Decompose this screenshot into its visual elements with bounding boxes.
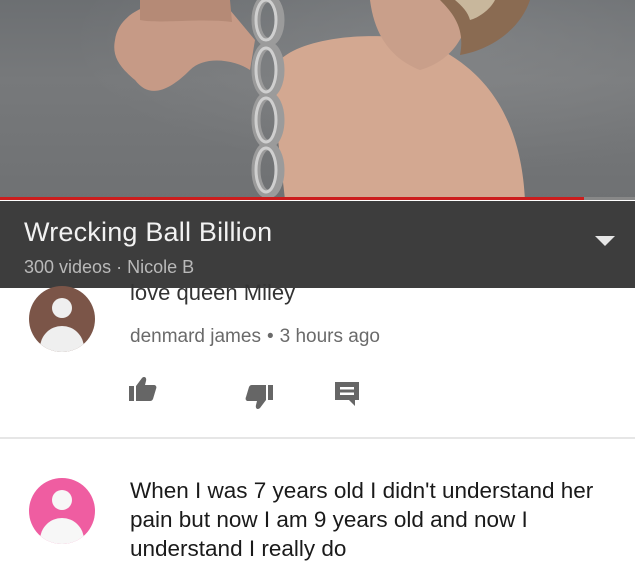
comment-actions bbox=[0, 370, 635, 410]
avatar[interactable] bbox=[29, 478, 95, 544]
playlist-video-count: 300 videos bbox=[24, 257, 112, 277]
avatar-head bbox=[52, 490, 72, 510]
playlist-panel[interactable]: Wrecking Ball Billion 300 videos · Nicole … bbox=[0, 201, 635, 288]
playlist-meta: 300 videos · Nicole B bbox=[24, 257, 194, 278]
meta-separator: · bbox=[116, 257, 123, 277]
avatar-body bbox=[40, 518, 84, 544]
comment-author[interactable]: denmard james bbox=[130, 326, 261, 347]
chevron-down-icon[interactable] bbox=[593, 234, 617, 248]
playlist-owner: Nicole B bbox=[127, 257, 195, 277]
comment-divider bbox=[0, 437, 635, 439]
thumb-down-icon[interactable] bbox=[245, 384, 275, 410]
video-progress-bar[interactable] bbox=[0, 197, 635, 200]
thumb-up-icon[interactable] bbox=[127, 376, 157, 402]
playlist-title: Wrecking Ball Billion bbox=[24, 217, 273, 247]
avatar-head bbox=[52, 298, 72, 318]
meta-separator: • bbox=[266, 326, 274, 347]
avatar-body bbox=[40, 326, 84, 352]
reply-icon[interactable] bbox=[333, 380, 361, 408]
avatar[interactable] bbox=[29, 286, 95, 352]
video-player[interactable] bbox=[0, 0, 635, 200]
video-progress-fill bbox=[0, 197, 585, 200]
comment-text: love queen Miley bbox=[130, 280, 296, 305]
comment-meta: denmard james • 3 hours ago bbox=[130, 326, 380, 348]
comment-text: When I was 7 years old I didn't understa… bbox=[130, 478, 594, 561]
comment-time: 3 hours ago bbox=[279, 326, 380, 347]
video-frame-image bbox=[114, 0, 530, 200]
